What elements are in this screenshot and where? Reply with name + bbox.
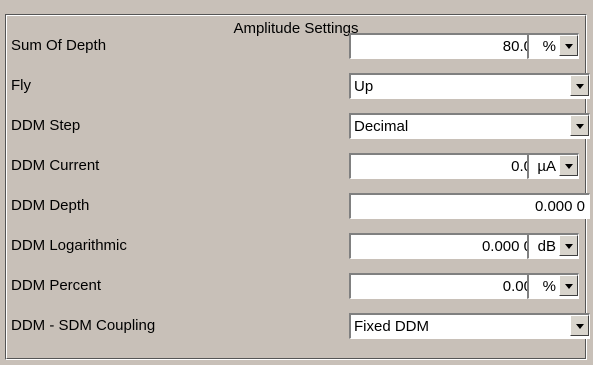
ddm-logarithmic-label: DDM Logarithmic [11,237,127,254]
chevron-down-icon[interactable] [559,235,578,256]
ddm-sdm-coupling-selected: Fixed DDM [354,318,430,335]
chevron-down-icon[interactable] [559,35,578,56]
row-sum-of-depth: Sum Of Depth 80.0 % [11,33,587,59]
ddm-logarithmic-value: 0.000 0 [481,238,532,255]
chevron-down-icon[interactable] [559,155,578,176]
ddm-sdm-coupling-label: DDM - SDM Coupling [11,317,156,334]
chevron-down-icon[interactable] [570,75,589,96]
ddm-depth-input[interactable]: 0.000 0 [349,193,590,219]
chevron-down-icon[interactable] [559,275,578,296]
ddm-current-unit-select[interactable]: µA [527,153,579,179]
ddm-depth-value: 0.000 0 [534,198,585,215]
ddm-logarithmic-unit-select[interactable]: dB [527,233,579,259]
ddm-depth-label: DDM Depth [11,197,90,214]
ddm-logarithmic-unit: dB [537,238,556,255]
row-fly: Fly Up [11,73,590,99]
ddm-sdm-coupling-select[interactable]: Fixed DDM [349,313,590,339]
sum-of-depth-label: Sum Of Depth [11,37,107,54]
chevron-down-icon[interactable] [570,115,589,136]
amplitude-settings-panel: Amplitude Settings [5,14,587,360]
ddm-step-selected: Decimal [354,118,409,135]
fly-selected: Up [354,78,374,95]
sum-of-depth-unit-select[interactable]: % [527,33,579,59]
ddm-percent-unit-select[interactable]: % [527,273,579,299]
ddm-percent-unit: % [542,278,556,295]
ddm-current-label: DDM Current [11,157,100,174]
row-ddm-step: DDM Step Decimal [11,113,590,139]
chevron-down-icon[interactable] [570,315,589,336]
ddm-logarithmic-input[interactable]: 0.000 0 [349,233,537,259]
ddm-current-input[interactable]: 0.0 [349,153,537,179]
row-ddm-logarithmic: DDM Logarithmic 0.000 0 dB [11,233,587,259]
sum-of-depth-unit: % [542,38,556,55]
ddm-current-unit: µA [537,158,556,175]
fly-label: Fly [11,77,31,94]
ddm-step-select[interactable]: Decimal [349,113,590,139]
ddm-percent-label: DDM Percent [11,277,102,294]
fly-select[interactable]: Up [349,73,590,99]
sum-of-depth-input[interactable]: 80.0 [349,33,537,59]
row-ddm-current: DDM Current 0.0 µA [11,153,587,179]
ddm-step-label: DDM Step [11,117,81,134]
row-ddm-sdm-coupling: DDM - SDM Coupling Fixed DDM [11,313,590,339]
ddm-percent-input[interactable]: 0.00 [349,273,537,299]
row-ddm-depth: DDM Depth 0.000 0 [11,193,590,219]
row-ddm-percent: DDM Percent 0.00 % [11,273,587,299]
